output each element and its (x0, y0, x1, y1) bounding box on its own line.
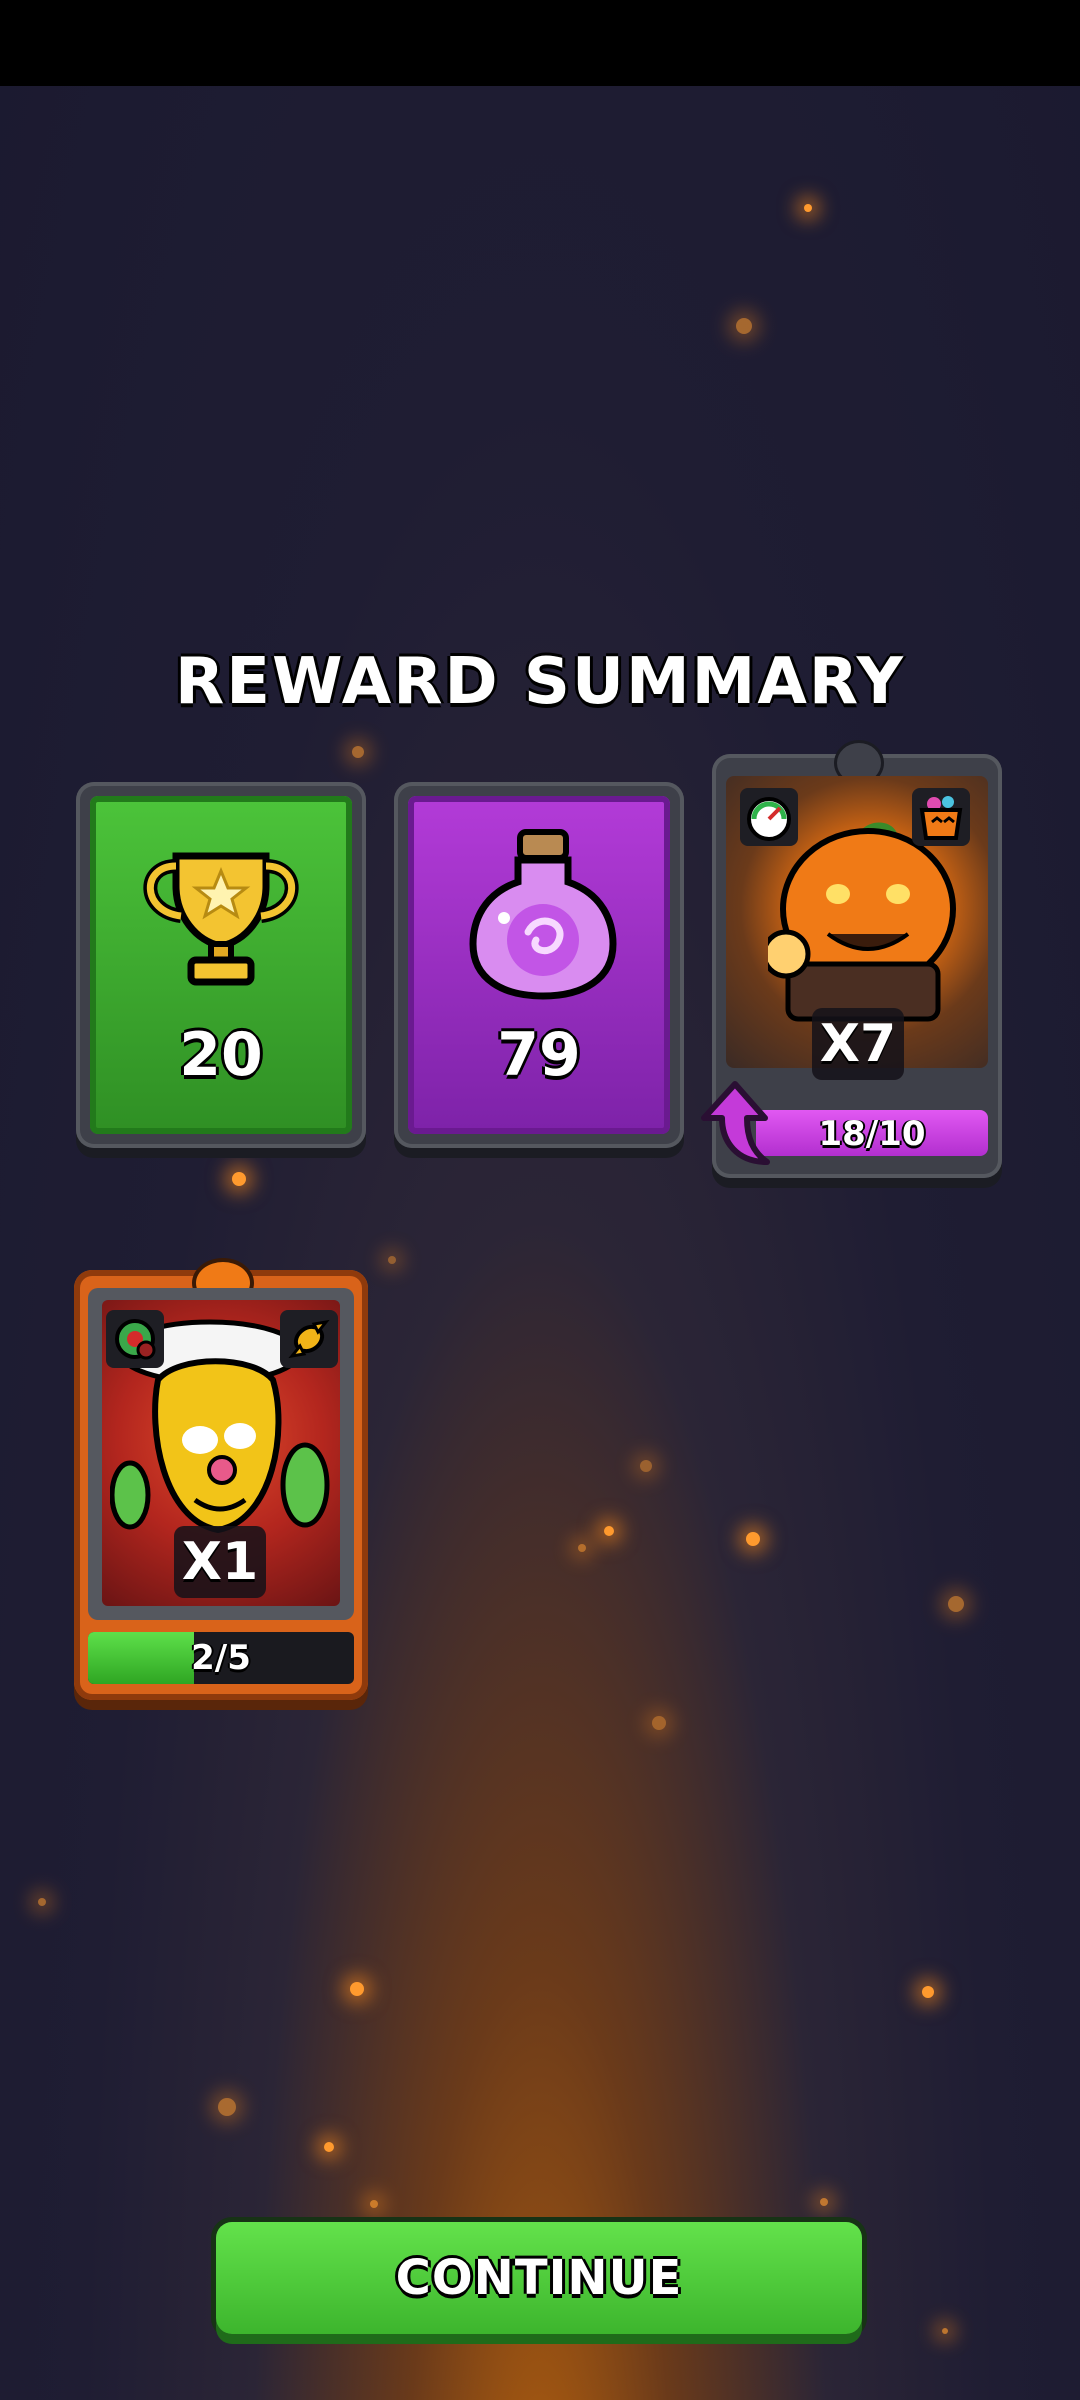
pepper-progress-text: 2/5 (191, 1638, 251, 1678)
trophy-reward-card[interactable]: 20 (76, 782, 366, 1148)
ember-particle (604, 1526, 614, 1536)
potion-icon (458, 822, 628, 1002)
speed-gauge-icon (740, 788, 798, 846)
continue-button[interactable]: CONTINUE (216, 2222, 862, 2334)
ember-particle (746, 1532, 760, 1546)
wrapped-candy-icon (280, 1310, 338, 1368)
ember-particle (820, 2198, 828, 2206)
trophy-amount: 20 (179, 1020, 263, 1090)
ember-particle (324, 2142, 334, 2152)
pepper-clown-card[interactable]: X1 2/5 (74, 1258, 368, 1700)
ember-particle (38, 1898, 46, 1906)
pumpkin-progress-text: 18/10 (818, 1114, 926, 1154)
potion-amount: 79 (497, 1020, 581, 1090)
pumpkin-monster-card[interactable]: X7 18/10 (701, 740, 1002, 1178)
ember-particle (232, 1172, 246, 1186)
pumpkin-multiplier: X7 (812, 1008, 904, 1080)
ember-particle (640, 1460, 652, 1472)
potion-reward-card[interactable]: 79 (394, 782, 684, 1148)
ember-particle (218, 2098, 236, 2116)
ember-particle (652, 1716, 666, 1730)
ember-particle (804, 204, 812, 212)
ember-particle (578, 1544, 586, 1552)
page-title: REWARD SUMMARY (174, 645, 906, 719)
ember-particle (388, 1256, 396, 1264)
ember-particle (350, 1982, 364, 1996)
pepper-multiplier: X1 (174, 1526, 266, 1598)
ember-particle (922, 1986, 934, 1998)
ember-particle (942, 2328, 948, 2334)
ember-particle (736, 318, 752, 334)
ember-particle (352, 746, 364, 758)
ember-particle (370, 2200, 378, 2208)
candy-bucket-icon (912, 788, 970, 846)
ember-particle (948, 1596, 964, 1612)
trophy-icon (136, 826, 306, 996)
status-bar (0, 0, 1080, 86)
pinwheel-icon (106, 1310, 164, 1368)
